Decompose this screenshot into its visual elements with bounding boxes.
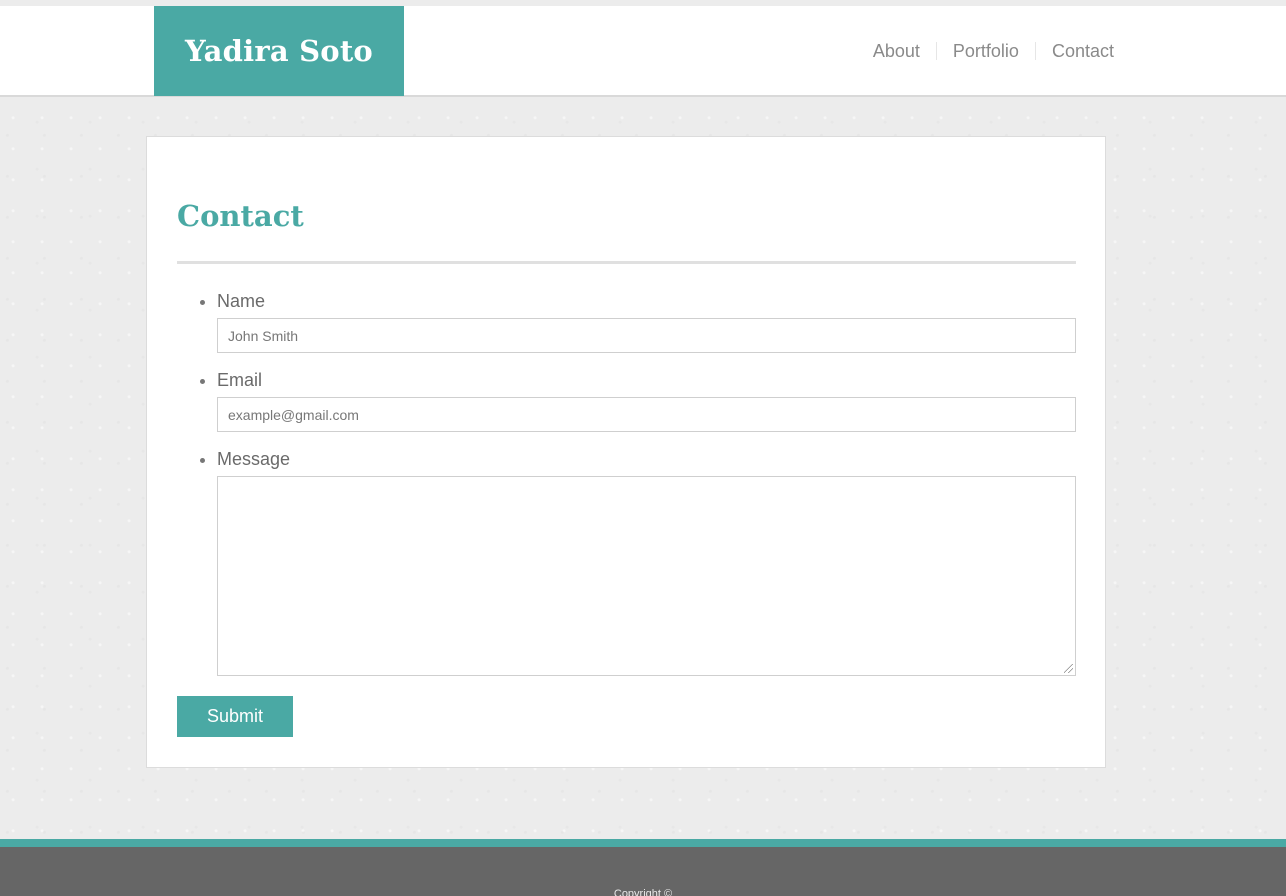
nav-link-portfolio[interactable]: Portfolio	[935, 42, 1019, 60]
site-logo[interactable]: Yadira Soto	[154, 6, 404, 96]
message-textarea[interactable]	[217, 476, 1076, 676]
form-item-email: Email	[177, 368, 1076, 447]
site-header: Yadira Soto About Portfolio Contact	[0, 6, 1286, 97]
submit-button[interactable]: Submit	[177, 696, 293, 737]
name-input[interactable]	[217, 318, 1076, 353]
form-item-message: Message	[177, 447, 1076, 676]
email-input[interactable]	[217, 397, 1076, 432]
email-label: Email	[217, 370, 263, 390]
form-item-name: Name	[177, 289, 1076, 368]
contact-form: Name Email Message	[177, 289, 1076, 676]
name-label: Name	[217, 291, 266, 311]
resize-handle-icon[interactable]	[1064, 664, 1073, 673]
nav-link-about[interactable]: About	[873, 42, 920, 60]
message-wrapper	[217, 476, 1076, 676]
nav-link-contact[interactable]: Contact	[1034, 42, 1114, 60]
bullet-icon	[200, 300, 205, 305]
bullet-icon	[200, 379, 205, 384]
contact-card: Contact Name Email Message Submit	[146, 136, 1106, 768]
page-title: Contact	[177, 199, 304, 233]
bullet-icon	[200, 458, 205, 463]
title-divider	[177, 261, 1076, 264]
copyright-text: Copyright ©	[613, 888, 673, 896]
main-nav: About Portfolio Contact	[873, 6, 1114, 96]
message-label: Message	[217, 449, 291, 469]
site-footer: Copyright ©	[0, 839, 1286, 896]
